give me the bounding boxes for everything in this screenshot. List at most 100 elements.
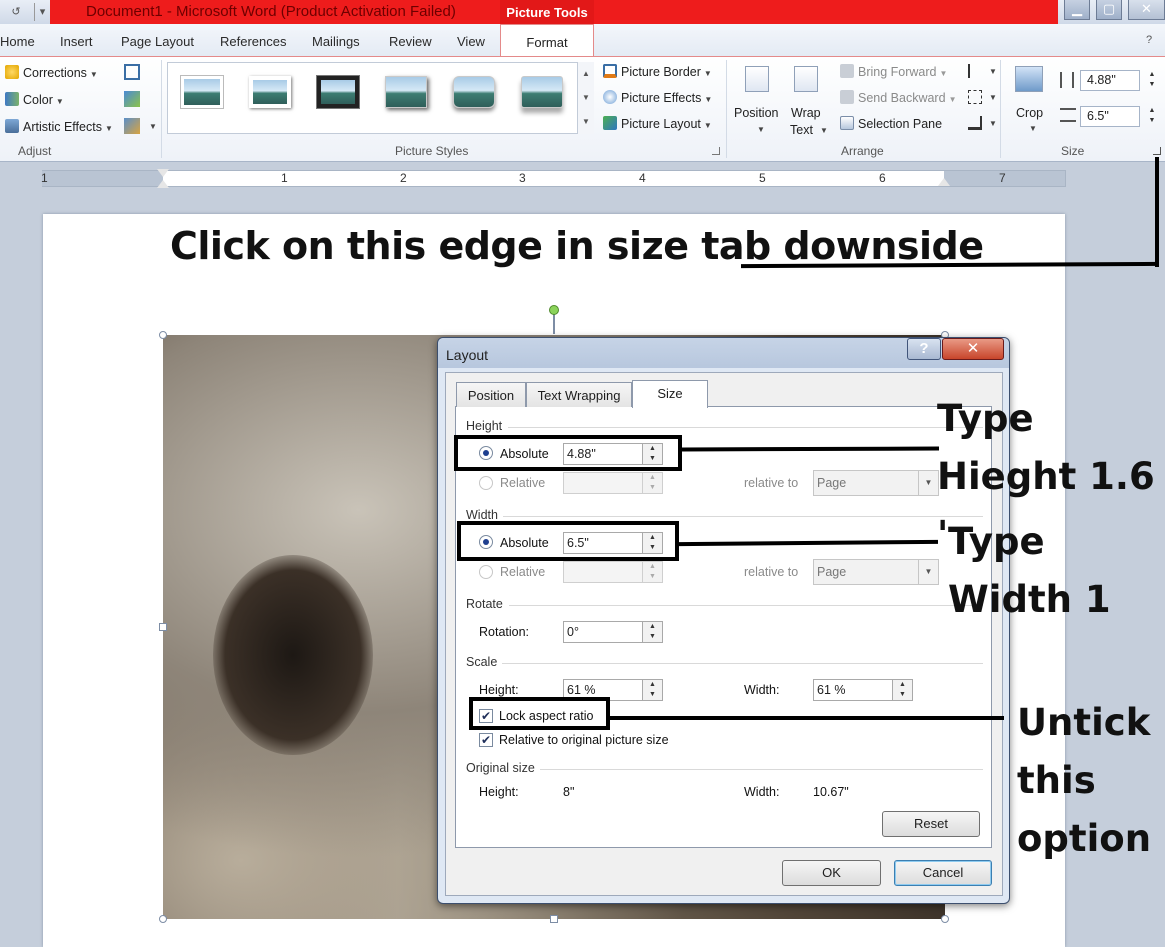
shape-width-input[interactable]: 6.5" [1080, 106, 1140, 127]
maximize-button[interactable]: ▢ [1096, 0, 1122, 20]
scroll-up-icon[interactable]: ▲ [578, 62, 594, 86]
close-window-button[interactable]: ✕ [1128, 0, 1165, 20]
relative-original-size-checkbox[interactable]: ✔ [479, 733, 493, 747]
ok-button[interactable]: OK [782, 860, 881, 886]
resize-handle-s[interactable] [550, 915, 558, 923]
resize-handle-sw[interactable] [159, 915, 167, 923]
scale-width-spinner[interactable]: ▲ ▼ [893, 679, 913, 701]
dropdown-arrow-icon: ▼ [89, 70, 98, 79]
tab-insert[interactable]: Insert [60, 34, 93, 49]
scale-width-input[interactable]: 61 % [813, 679, 893, 701]
picture-style-thumb[interactable] [181, 76, 223, 108]
more-icon[interactable]: ▼ [578, 110, 594, 134]
compress-pictures-icon[interactable] [124, 64, 140, 80]
reset-picture-icon[interactable] [124, 118, 140, 134]
picture-border-button[interactable]: Picture Border ▼ [603, 64, 712, 79]
height-relative-to-select[interactable]: Page ▼ [813, 470, 939, 496]
quick-access-dropdown-icon[interactable]: ▾ [34, 3, 50, 21]
instruction-top: Click on this edge in size tab downside [170, 224, 984, 268]
align-icon[interactable] [968, 64, 982, 78]
height-relative-label: Relative [500, 476, 546, 490]
picture-style-thumb[interactable] [317, 76, 359, 108]
dropdown-arrow-icon: ▼ [757, 125, 765, 134]
tab-references[interactable]: References [220, 34, 286, 49]
scale-width-label: Width: [744, 683, 780, 697]
picture-styles-launcher-icon[interactable] [712, 147, 720, 155]
tab-view[interactable]: View [457, 34, 485, 49]
picture-layout-button[interactable]: Picture Layout ▼ [603, 116, 712, 131]
picture-style-thumb[interactable] [521, 76, 563, 108]
gallery-scroll[interactable]: ▲ ▼ ▼ [577, 62, 594, 134]
width-spinner[interactable]: ▲ ▼ [1143, 106, 1161, 127]
size-dialog-launcher-icon[interactable] [1153, 147, 1161, 155]
group-dropdown-icon[interactable]: ▼ [989, 93, 997, 102]
align-dropdown-icon[interactable]: ▼ [989, 67, 997, 76]
help-icon[interactable]: ? [1146, 34, 1152, 46]
group-separator [1000, 60, 1001, 158]
send-backward-button[interactable]: Send Backward ▼ [840, 90, 956, 105]
tab-size[interactable]: Size [632, 380, 708, 408]
resize-handle-se[interactable] [941, 915, 949, 923]
height-spinner[interactable]: ▲ ▼ [1143, 70, 1161, 91]
crop-button[interactable]: Crop [1016, 106, 1043, 120]
height-relative-radio[interactable] [479, 476, 493, 490]
tab-review[interactable]: Review [389, 34, 432, 49]
cancel-button[interactable]: Cancel [894, 860, 992, 886]
picture-effects-button[interactable]: Picture Effects ▼ [603, 90, 712, 105]
tab-mailings[interactable]: Mailings [312, 34, 360, 49]
shape-height-input[interactable]: 4.88" [1080, 70, 1140, 91]
artistic-effects-button[interactable]: Artistic Effects ▼ [5, 119, 113, 134]
section-divider [509, 605, 983, 606]
height-relative-spinner[interactable]: ▲ ▼ [643, 472, 663, 494]
bring-forward-button[interactable]: Bring Forward ▼ [840, 64, 947, 79]
selection-pane-button[interactable]: Selection Pane [840, 116, 942, 131]
rotation-spinner[interactable]: ▲ ▼ [643, 621, 663, 643]
corrections-button[interactable]: Corrections ▼ [5, 65, 98, 80]
undo-icon[interactable]: ↺ [8, 3, 24, 21]
hanging-indent-marker[interactable] [157, 180, 169, 188]
tab-format[interactable]: Format [500, 24, 594, 57]
first-line-indent-marker[interactable] [157, 169, 169, 177]
height-relative-input[interactable] [563, 472, 643, 494]
change-picture-icon[interactable] [124, 91, 140, 107]
ruler-number: 6 [879, 171, 886, 185]
horizontal-ruler[interactable] [42, 170, 1066, 187]
scroll-down-icon[interactable]: ▼ [578, 86, 594, 110]
tab-position[interactable]: Position [456, 382, 526, 407]
tab-text-wrapping[interactable]: Text Wrapping [526, 382, 632, 407]
reset-button[interactable]: Reset [882, 811, 980, 837]
group-icon[interactable] [968, 90, 982, 104]
picture-border-icon [603, 64, 617, 78]
rotation-handle[interactable] [549, 305, 559, 315]
reset-picture-dropdown-icon[interactable]: ▼ [149, 122, 157, 131]
tab-page-layout[interactable]: Page Layout [121, 34, 194, 49]
resize-handle-w[interactable] [159, 623, 167, 631]
adjust-group-label: Adjust [18, 144, 52, 158]
width-relative-to-select[interactable]: Page ▼ [813, 559, 939, 585]
scale-height-spinner[interactable]: ▲ ▼ [643, 679, 663, 701]
rotate-icon[interactable] [968, 116, 982, 130]
dialog-help-button[interactable]: ? [907, 338, 941, 360]
right-indent-marker[interactable] [938, 178, 950, 186]
rotate-dropdown-icon[interactable]: ▼ [989, 119, 997, 128]
rotation-input[interactable]: 0° [563, 621, 643, 643]
picture-style-thumb[interactable] [249, 76, 291, 108]
color-button[interactable]: Color ▼ [5, 92, 64, 107]
ruler-number: 3 [519, 171, 526, 185]
dropdown-arrow-icon: ▼ [104, 124, 113, 133]
picture-style-thumb[interactable] [385, 76, 427, 108]
width-relative-radio[interactable] [479, 565, 493, 579]
minimize-button[interactable]: ▁ [1064, 0, 1090, 20]
picture-style-thumb[interactable] [453, 76, 495, 108]
resize-handle-nw[interactable] [159, 331, 167, 339]
dropdown-arrow-icon: ▼ [918, 471, 938, 495]
shape-height-icon [1060, 72, 1074, 88]
wrap-text-button[interactable]: Wrap [791, 106, 821, 120]
position-button[interactable]: Position [734, 106, 778, 120]
section-divider [508, 427, 983, 428]
dialog-close-button[interactable]: ✕ [942, 338, 1004, 360]
dropdown-arrow-icon: ▼ [918, 560, 938, 584]
width-relative-spinner[interactable]: ▲ ▼ [643, 561, 663, 583]
tab-home[interactable]: Home [0, 34, 35, 49]
width-relative-input[interactable] [563, 561, 643, 583]
